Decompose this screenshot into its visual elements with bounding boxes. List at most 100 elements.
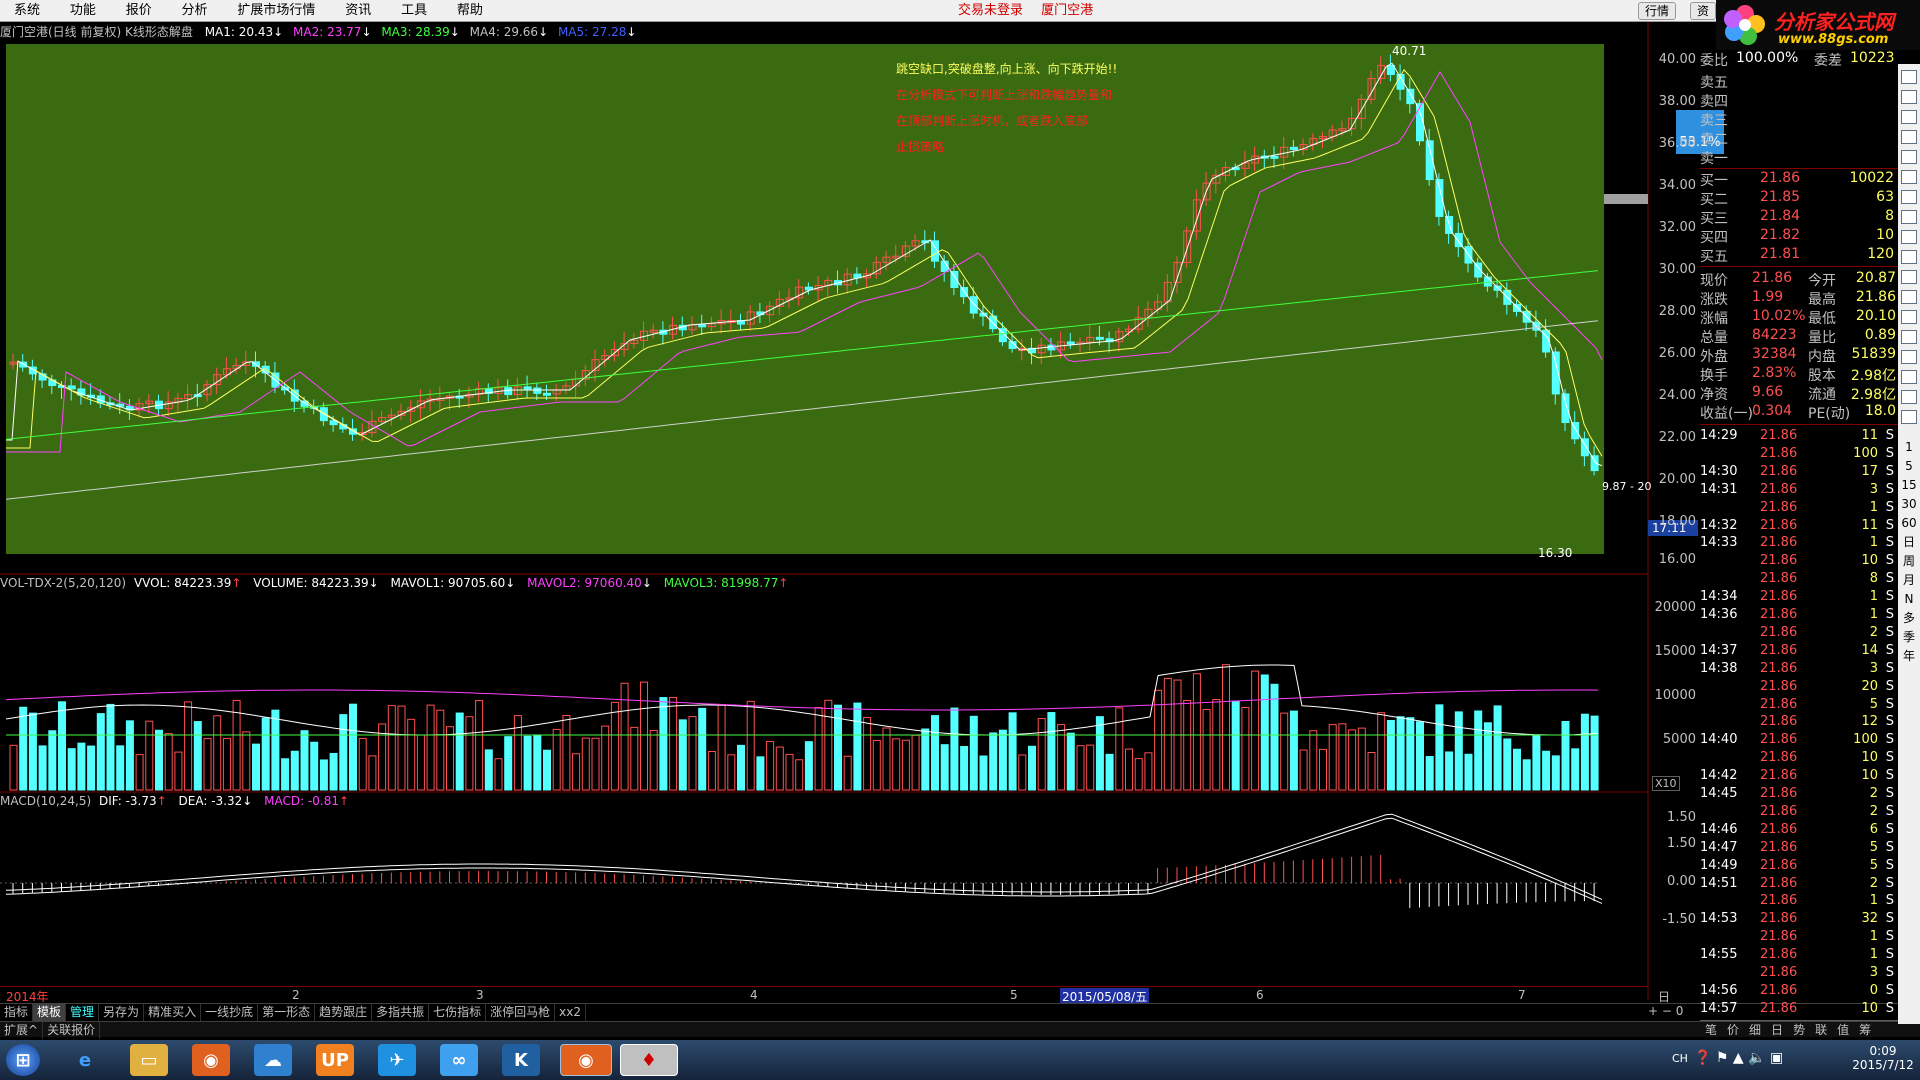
tab-multi-resonance[interactable]: 多指共振 bbox=[372, 1004, 430, 1021]
volume-bar bbox=[1202, 708, 1211, 791]
tab-save-as[interactable]: 另存为 bbox=[99, 1004, 145, 1021]
period-tab[interactable]: 15 bbox=[1898, 476, 1920, 495]
period-tab[interactable]: 1 bbox=[1898, 438, 1920, 457]
period-tab[interactable]: 日 bbox=[1898, 533, 1920, 552]
tick-price: 21.86 bbox=[1760, 875, 1798, 891]
tool-icon[interactable] bbox=[1901, 90, 1917, 104]
low-price-label: 16.30 bbox=[1538, 546, 1573, 560]
volume-bar bbox=[193, 721, 202, 791]
period-tab[interactable]: 季 bbox=[1898, 628, 1920, 647]
tab-bottom-fish[interactable]: 一线抄底 bbox=[201, 1004, 259, 1021]
panel-tab[interactable]: 笔 bbox=[1705, 1023, 1717, 1037]
active-app-icon[interactable]: ◉ bbox=[560, 1044, 612, 1076]
panel-tab[interactable]: 价 bbox=[1727, 1023, 1739, 1037]
tool-icon[interactable] bbox=[1901, 370, 1917, 384]
tool-icon[interactable] bbox=[1901, 110, 1917, 124]
ime-indicator[interactable]: CH bbox=[1672, 1052, 1688, 1065]
chart-canvas[interactable] bbox=[0, 0, 1700, 1000]
feige-icon[interactable]: ✈ bbox=[378, 1044, 416, 1076]
tool-icon[interactable] bbox=[1901, 210, 1917, 224]
cloud-icon[interactable]: ∞ bbox=[440, 1044, 478, 1076]
tray-icons[interactable]: ❓ ⚑ ▲ 🔈 ▣ bbox=[1694, 1050, 1783, 1066]
x-tick: 7 bbox=[1518, 988, 1526, 1002]
tab-seven-wounds[interactable]: 七伤指标 bbox=[429, 1004, 487, 1021]
volume-bar bbox=[707, 751, 716, 791]
k-icon[interactable]: K bbox=[502, 1044, 540, 1076]
indicator-tab-bar: 指标 模板 管理 另存为 精准买入 一线抄底 第一形态 趋势跟庄 多指共振 七伤指标 涨停回马枪 xx… bbox=[0, 1003, 1920, 1021]
tab-related-quote[interactable]: 关联报价 bbox=[43, 1022, 101, 1039]
tool-icon[interactable] bbox=[1901, 350, 1917, 364]
order-diff-label: 委差 bbox=[1814, 53, 1842, 69]
buy-vol: 10 bbox=[1876, 227, 1894, 243]
stat-label: 股本 bbox=[1808, 368, 1836, 384]
tab-precise-buy[interactable]: 精准买入 bbox=[144, 1004, 202, 1021]
stat-value: 18.0 bbox=[1864, 403, 1896, 419]
tab-limit-up[interactable]: 涨停回马枪 bbox=[486, 1004, 556, 1021]
tick-price: 21.86 bbox=[1760, 768, 1798, 784]
sell-label: 卖二 bbox=[1700, 132, 1728, 148]
tab-manage[interactable]: 管理 bbox=[66, 1004, 100, 1021]
tab-trend-follow[interactable]: 趋势跟庄 bbox=[315, 1004, 373, 1021]
period-tab[interactable]: 年 bbox=[1898, 647, 1920, 666]
sell-row: 卖一 bbox=[1700, 148, 1898, 167]
panel-tab[interactable]: 势 bbox=[1793, 1023, 1805, 1037]
period-tab[interactable]: 60 bbox=[1898, 514, 1920, 533]
volume-bar bbox=[630, 726, 639, 791]
scroll-marker[interactable] bbox=[1604, 194, 1648, 204]
tool-icon[interactable] bbox=[1901, 390, 1917, 404]
tab-template[interactable]: 模板 bbox=[33, 1004, 67, 1021]
start-button[interactable]: ⊞ bbox=[6, 1044, 40, 1076]
tab-first-pattern[interactable]: 第一形态 bbox=[258, 1004, 316, 1021]
panel-tab[interactable]: 细 bbox=[1749, 1023, 1761, 1037]
dif-value: DIF: -3.73 bbox=[98, 794, 157, 808]
tool-icon[interactable] bbox=[1901, 70, 1917, 84]
tick-row: 21.86 100 S bbox=[1700, 446, 1898, 464]
tool-icon[interactable] bbox=[1901, 250, 1917, 264]
app-icon-2[interactable]: ☁ bbox=[254, 1044, 292, 1076]
tool-icon[interactable] bbox=[1901, 310, 1917, 324]
tool-icon[interactable] bbox=[1901, 190, 1917, 204]
panel-tab[interactable]: 日 bbox=[1771, 1023, 1783, 1037]
panel-tab[interactable]: 联 bbox=[1815, 1023, 1827, 1037]
tick-row: 14:31 21.86 3 S bbox=[1700, 482, 1898, 500]
panel-tab[interactable]: 值 bbox=[1837, 1023, 1849, 1037]
volume-bar bbox=[892, 738, 901, 791]
app-icon-1[interactable]: ◉ bbox=[192, 1044, 230, 1076]
tick-price: 21.86 bbox=[1760, 535, 1798, 551]
period-tab[interactable]: 5 bbox=[1898, 457, 1920, 476]
tool-icon[interactable] bbox=[1901, 290, 1917, 304]
tab-indicator[interactable]: 指标 bbox=[0, 1004, 34, 1021]
tool-icon[interactable] bbox=[1901, 330, 1917, 344]
volume-bar bbox=[1192, 673, 1201, 791]
uc-icon[interactable]: UP bbox=[316, 1044, 354, 1076]
volume-bar bbox=[1251, 670, 1260, 791]
volume-bar bbox=[1047, 712, 1056, 791]
volume-bar bbox=[1105, 753, 1114, 791]
period-tab[interactable]: 30 bbox=[1898, 495, 1920, 514]
tab-expand[interactable]: 扩展^ bbox=[0, 1022, 44, 1039]
volume-bar bbox=[300, 730, 309, 791]
volume-bar bbox=[1464, 753, 1473, 791]
tool-icon[interactable] bbox=[1901, 150, 1917, 164]
period-tab[interactable]: 多 bbox=[1898, 609, 1920, 628]
order-ratio-row: 委比 100.00% 委差 10223 bbox=[1700, 50, 1898, 69]
tool-icon[interactable] bbox=[1901, 270, 1917, 284]
ie-icon[interactable]: e bbox=[66, 1044, 104, 1076]
folder-icon[interactable]: ▭ bbox=[130, 1044, 168, 1076]
period-tab[interactable]: N bbox=[1898, 590, 1920, 609]
tab-xx2[interactable]: xx2 bbox=[555, 1004, 587, 1021]
period-tab[interactable]: 月 bbox=[1898, 571, 1920, 590]
clock[interactable]: 0:09 2015/7/12 bbox=[1848, 1044, 1918, 1072]
tool-icon[interactable] bbox=[1901, 230, 1917, 244]
period-tab[interactable]: 周 bbox=[1898, 552, 1920, 571]
tool-icon[interactable] bbox=[1901, 170, 1917, 184]
panel-tab[interactable]: 筹 bbox=[1859, 1023, 1871, 1037]
tick-time: 14:30 bbox=[1700, 463, 1738, 479]
tick-row: 14:30 21.86 17 S bbox=[1700, 464, 1898, 482]
tick-volume: 3 bbox=[1869, 481, 1878, 497]
macd-tick: 1.50 bbox=[1667, 836, 1696, 851]
tool-icon[interactable] bbox=[1901, 410, 1917, 424]
tool-icon[interactable] bbox=[1901, 130, 1917, 144]
stock-app-icon[interactable]: ♦ bbox=[620, 1044, 678, 1076]
zoom-controls[interactable]: + − 0 bbox=[1648, 1004, 1683, 1018]
